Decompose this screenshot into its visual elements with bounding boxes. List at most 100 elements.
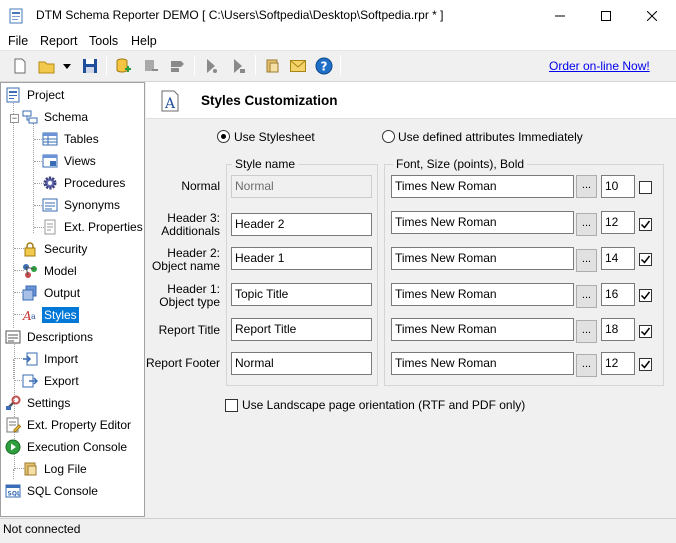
bold-checkbox-header-2[interactable]: [639, 253, 652, 266]
tree-item-synonyms[interactable]: Synonyms: [42, 194, 122, 215]
style-input-normal[interactable]: Normal: [231, 175, 372, 198]
size-input-report-title[interactable]: 18: [601, 318, 635, 341]
font-input-header-1[interactable]: Times New Roman: [391, 283, 574, 306]
bold-checkbox-header-3[interactable]: [639, 218, 652, 231]
style-input-header-2[interactable]: Header 1: [231, 247, 372, 270]
tree-item-project[interactable]: Project: [5, 84, 66, 105]
font-browse-button-header-1[interactable]: ...: [576, 285, 597, 308]
import-icon: [23, 352, 38, 365]
tag-button[interactable]: [166, 55, 188, 77]
tree-item-tables[interactable]: Tables: [42, 128, 101, 149]
bold-checkbox-report-title[interactable]: [639, 325, 652, 338]
mail-button[interactable]: [287, 55, 309, 77]
panel-title: Styles Customization: [201, 93, 338, 108]
minimize-button[interactable]: [537, 0, 583, 31]
style-input-header-3[interactable]: Header 2: [231, 213, 372, 236]
save-button[interactable]: [79, 55, 101, 77]
style-input-report-title[interactable]: Report Title: [231, 318, 372, 341]
close-button[interactable]: [629, 0, 675, 31]
settings-icon: [6, 395, 21, 410]
font-input-header-3[interactable]: Times New Roman: [391, 211, 574, 234]
checkmark-icon: [640, 255, 651, 264]
size-input-header-3[interactable]: 12: [601, 211, 635, 234]
run-report-button[interactable]: [200, 55, 222, 77]
size-input-report-footer[interactable]: 12: [601, 352, 635, 375]
font-input-normal[interactable]: Times New Roman: [391, 175, 574, 198]
bold-checkbox-report-footer[interactable]: [639, 358, 652, 371]
table-icon: [42, 132, 58, 145]
descriptions-icon: [5, 330, 21, 343]
tree-item-export[interactable]: Export: [22, 370, 81, 391]
menu-report[interactable]: Report: [40, 34, 78, 48]
run-report-alt-button[interactable]: [227, 55, 249, 77]
add-database-button[interactable]: [112, 55, 134, 77]
size-input-header-2[interactable]: 14: [601, 247, 635, 270]
styles-icon: Aa: [22, 309, 36, 323]
minimize-icon: [555, 15, 565, 16]
tree-item-ext-properties[interactable]: Ext. Properties: [42, 216, 145, 237]
open-icon: [38, 61, 55, 74]
font-input-header-2[interactable]: Times New Roman: [391, 247, 574, 270]
font-browse-button-report-footer[interactable]: ...: [576, 354, 597, 377]
svg-text:?: ?: [321, 60, 328, 74]
tree-item-execution-console[interactable]: Execution Console: [5, 436, 129, 457]
tree-item-sql-console[interactable]: SQL SQL Console: [5, 480, 100, 501]
tree-item-import[interactable]: Import: [22, 348, 80, 369]
use-stylesheet-radio[interactable]: [217, 130, 230, 143]
font-browse-button-normal[interactable]: ...: [576, 175, 597, 198]
tree-item-views[interactable]: Views: [42, 150, 98, 171]
tree-item-model[interactable]: Model: [22, 260, 79, 281]
bold-checkbox-header-1[interactable]: [639, 289, 652, 302]
font-input-report-footer[interactable]: Times New Roman: [391, 352, 574, 375]
order-online-link[interactable]: Order on-line Now!: [549, 59, 650, 73]
expander-schema[interactable]: −: [10, 114, 19, 123]
tree-item-output[interactable]: Output: [22, 282, 82, 303]
row-label-header-1: Header 1: Object type: [159, 282, 220, 309]
svg-text:SQL: SQL: [8, 490, 21, 497]
property-editor-icon: [6, 417, 21, 432]
font-browse-button-report-title[interactable]: ...: [576, 320, 597, 343]
tree-item-schema[interactable]: Schema: [22, 106, 90, 127]
tree-item-styles[interactable]: Aa Styles: [22, 304, 79, 325]
script-button[interactable]: [261, 55, 283, 77]
remove-db-icon: [145, 60, 158, 71]
size-input-header-1[interactable]: 16: [601, 283, 635, 306]
checkmark-icon: [640, 327, 651, 336]
tree-item-procedures[interactable]: Procedures: [42, 172, 127, 193]
tree-item-security[interactable]: Security: [22, 238, 89, 259]
styles-header-icon: A: [161, 90, 179, 112]
maximize-button[interactable]: [583, 0, 629, 31]
menu-tools[interactable]: Tools: [89, 34, 118, 48]
font-browse-button-header-2[interactable]: ...: [576, 249, 597, 272]
font-input-report-title[interactable]: Times New Roman: [391, 318, 574, 341]
size-input-normal[interactable]: 10: [601, 175, 635, 198]
help-button[interactable]: ?: [313, 55, 335, 77]
dropdown-icon: [63, 63, 71, 69]
open-dropdown-button[interactable]: [60, 55, 74, 77]
remove-database-button[interactable]: [139, 55, 161, 77]
navigation-tree[interactable]: − Project Schema Tables Views Procedures…: [0, 82, 145, 517]
menu-file[interactable]: File: [8, 34, 28, 48]
status-text: Not connected: [3, 522, 81, 536]
style-input-header-1[interactable]: Topic Title: [231, 283, 372, 306]
font-browse-button-header-3[interactable]: ...: [576, 213, 597, 236]
style-input-report-footer[interactable]: Normal: [231, 352, 372, 375]
checkmark-icon: [640, 291, 651, 300]
tree-item-log-file[interactable]: Log File: [22, 458, 89, 479]
bold-checkbox-normal[interactable]: [639, 181, 652, 194]
use-defined-attributes-radio[interactable]: [382, 130, 395, 143]
tree-item-ext-property-editor[interactable]: Ext. Property Editor: [5, 414, 133, 435]
svg-text:A: A: [164, 96, 176, 112]
svg-text:a: a: [31, 312, 36, 321]
properties-icon: [44, 219, 56, 234]
landscape-checkbox[interactable]: [225, 399, 238, 412]
new-button[interactable]: [9, 55, 31, 77]
tree-item-descriptions[interactable]: Descriptions: [5, 326, 95, 347]
use-defined-attributes-label: Use defined attributes Immediately: [398, 130, 583, 144]
run-report-icon: [207, 59, 217, 73]
menu-help[interactable]: Help: [131, 34, 157, 48]
open-button[interactable]: [36, 55, 58, 77]
model-icon: [23, 263, 37, 278]
save-icon: [83, 59, 97, 73]
tree-item-settings[interactable]: Settings: [5, 392, 72, 413]
